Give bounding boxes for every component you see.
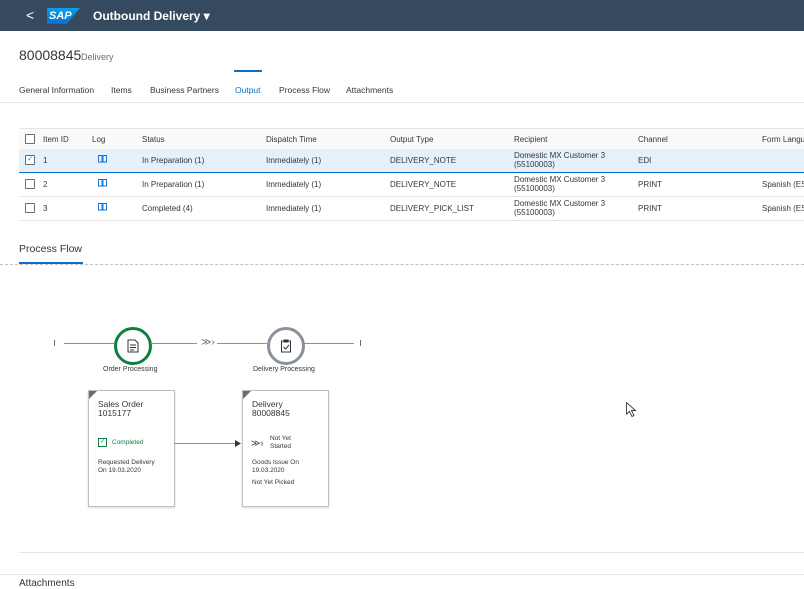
flow-card-delivery[interactable]: Delivery 80008845 ≫› Not Yet Started Goo… [242,390,329,507]
column-header[interactable]: Status [142,135,165,144]
sap-logo-text: SAP [49,10,72,22]
card-detail: On 19.03.2020 [98,467,142,474]
output-type: DELIVERY_NOTE [390,180,457,189]
item-id: 3 [43,204,48,213]
completed-check-icon: ✓ [98,438,107,447]
object-header: 80008845 Delivery General Information It… [0,31,804,104]
recipient-name: Domestic MX Customer 3 [514,199,606,208]
channel: PRINT [638,180,662,189]
recipient-id: (55100003) [514,184,555,193]
column-header[interactable]: Item ID [43,135,69,144]
card-connector-line [174,443,236,444]
column-header[interactable]: Output Type [390,135,433,144]
clipboard-check-icon [281,339,291,353]
tab-output[interactable]: Output [235,85,261,95]
mouse-pointer-icon [626,402,637,417]
card-detail: Goods Issue On [252,459,299,466]
card-detail: Requested Delivery [98,459,155,466]
connector-chevrons-icon: ≫› [201,337,215,348]
tab-general-information[interactable]: General Information [19,85,94,95]
column-header[interactable]: Form Langu [762,135,804,144]
log-icon[interactable] [98,155,107,163]
node-inner [274,334,298,358]
object-id: 80008845 [19,47,82,63]
recipient-id: (55100003) [514,208,555,217]
dispatch-time: Immediately (1) [266,204,322,213]
card-status: Completed [112,439,144,446]
flow-line [304,343,354,344]
dispatch-time: Immediately (1) [266,180,322,189]
row-checkbox[interactable] [25,203,35,213]
tab-business-partners[interactable]: Business Partners [150,85,219,95]
tab-process-flow[interactable]: Process Flow [279,85,330,95]
item-id: 2 [43,180,48,189]
column-header[interactable]: Dispatch Time [266,135,317,144]
select-all-checkbox[interactable] [25,134,35,144]
not-started-chevrons-icon: ≫› [251,438,264,448]
node-inner [121,334,145,358]
flow-start-marker [54,340,55,346]
card-number: 80008845 [252,408,290,418]
item-id: 1 [43,156,48,165]
table-row[interactable]: ✓ 1 In Preparation (1) Immediately (1) D… [19,149,804,173]
flow-end-marker [360,340,361,346]
dispatch-time: Immediately (1) [266,156,322,165]
recipient-id: (55100003) [514,160,555,169]
flow-line [151,343,197,344]
lane-label-delivery-processing: Delivery Processing [253,366,315,373]
shell-bar: < SAP Outbound Delivery ▾ [0,0,804,31]
app-title-menu[interactable]: Outbound Delivery ▾ [93,9,210,23]
card-corner [89,391,97,399]
column-header[interactable]: Channel [638,135,668,144]
row-checkbox[interactable] [25,179,35,189]
recipient-name: Domestic MX Customer 3 [514,175,606,184]
sap-logo[interactable]: SAP [47,8,80,24]
back-icon[interactable]: < [26,8,34,22]
header-divider [0,102,804,103]
arrowhead-icon [235,440,241,447]
process-flow-diagram: ≫› Order Processing Delivery Processing … [0,265,804,575]
section-divider [0,574,804,575]
form-language: Spanish (ES [762,204,804,213]
column-header[interactable]: Recipient [514,135,547,144]
channel: EDI [638,156,652,165]
tab-bar: General Information Items Business Partn… [0,85,804,103]
lane-node-order-processing[interactable] [114,327,152,365]
flow-line [217,343,267,344]
lane-node-delivery-processing[interactable] [267,327,305,365]
card-corner [243,391,251,399]
channel: PRINT [638,204,662,213]
lane-label-order-processing: Order Processing [103,366,158,373]
column-header[interactable]: Log [92,135,105,144]
row-checkbox[interactable]: ✓ [25,155,35,165]
tab-attachments[interactable]: Attachments [346,85,393,95]
card-status: Started [270,443,291,450]
log-icon[interactable] [98,203,107,211]
object-type: Delivery [81,52,114,62]
output-type: DELIVERY_PICK_LIST [390,204,474,213]
tab-items[interactable]: Items [111,85,132,95]
form-language: Spanish (ES [762,180,804,189]
section-end-divider [19,552,804,553]
flow-card-sales-order[interactable]: Sales Order 1015177 ✓ Completed Requeste… [88,390,175,507]
table-header: Item ID Log Status Dispatch Time Output … [19,128,804,150]
output-type: DELIVERY_NOTE [390,156,457,165]
status: In Preparation (1) [142,156,205,165]
card-detail: Not Yet Picked [252,479,295,486]
log-icon[interactable] [98,179,107,187]
status: In Preparation (1) [142,180,205,189]
process-flow-title: Process Flow [19,243,83,255]
card-status: Not Yet [270,435,291,442]
card-number: 1015177 [98,408,132,418]
document-icon [127,339,139,353]
table-row[interactable]: 2 In Preparation (1) Immediately (1) DEL… [19,173,804,197]
active-tab-indicator [234,70,262,72]
card-detail: 19.03.2020 [252,467,285,474]
flow-line [64,343,114,344]
table-row[interactable]: 3 Completed (4) Immediately (1) DELIVERY… [19,197,804,221]
status: Completed (4) [142,204,193,213]
recipient-name: Domestic MX Customer 3 [514,151,606,160]
